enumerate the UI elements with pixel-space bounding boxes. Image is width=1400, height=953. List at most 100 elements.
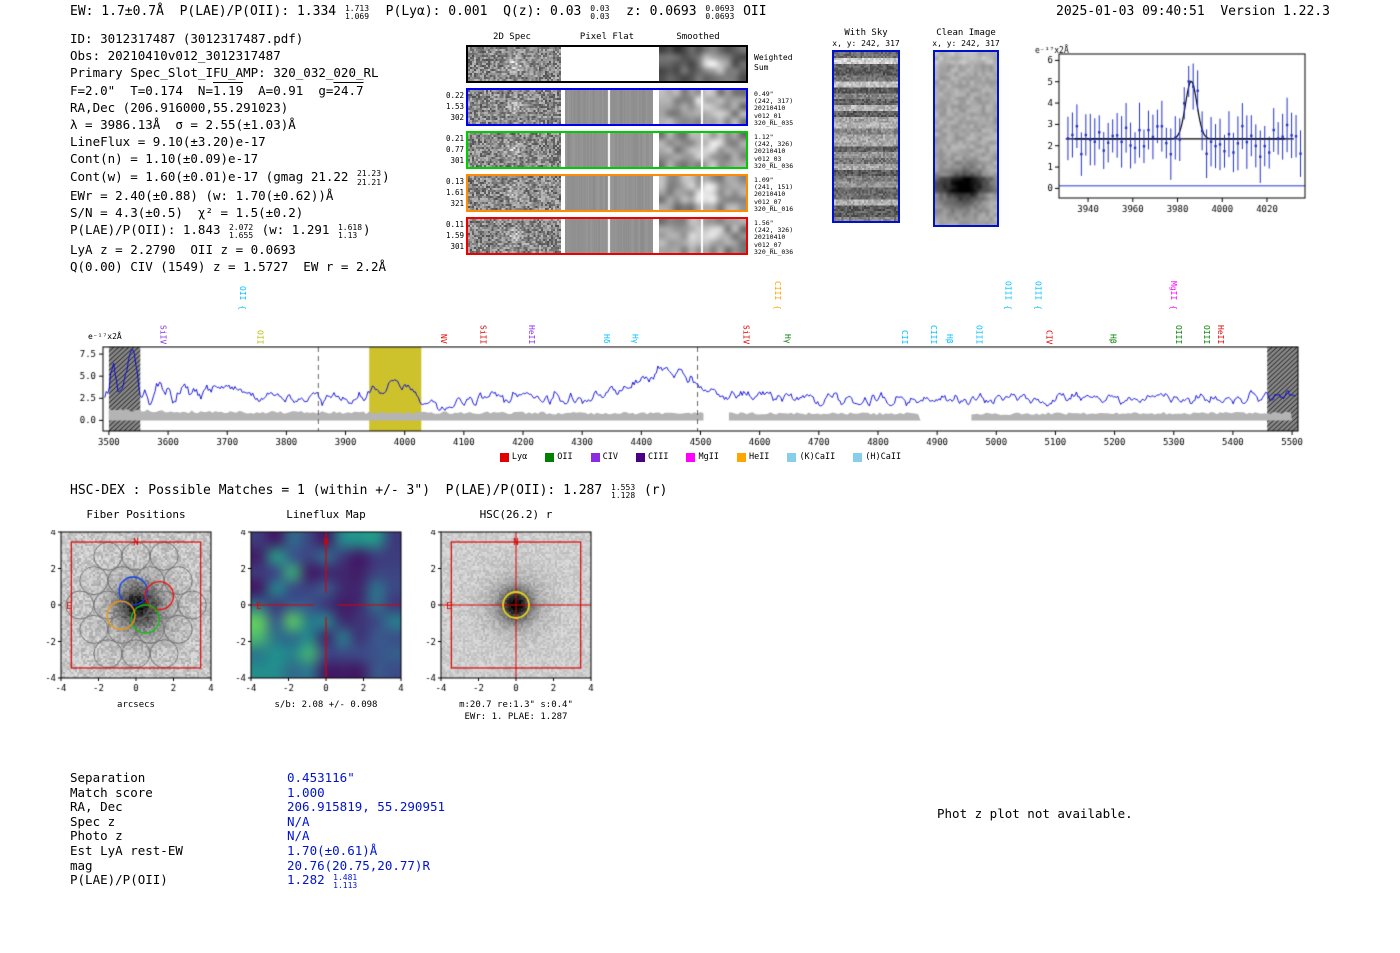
spec2d-2d-image — [468, 90, 561, 124]
match-table-label: RA, Dec — [70, 799, 123, 815]
stacked-uncertainty: 1.481 1.113 — [333, 872, 358, 891]
detection-info-block: ID: 3012317487 (3012317487.pdf) Obs: 2021… — [70, 30, 390, 275]
legend-label: CIII — [647, 452, 669, 462]
spec2d-col-header: 2D Spec — [493, 32, 531, 42]
emission-line-label: CIII — [929, 324, 939, 344]
spec2d-pixel-flat-image — [565, 176, 653, 210]
stacked-uncertainty: 0.03 0.03 — [590, 3, 610, 21]
stacked-uncertainty: 1.553 1.128 — [611, 482, 636, 500]
emission-line-label: SiII — [478, 324, 488, 344]
spec2d-smoothed-image — [659, 90, 746, 124]
emission-line-label: HeII — [526, 324, 536, 344]
hsc-cutout-image — [418, 530, 603, 698]
spec2d-pixel-flat-image — [565, 90, 653, 124]
stacked-uncertainty: 2.072 1.655 — [229, 223, 254, 241]
emission-line-label: HeII — [1216, 324, 1226, 344]
spec2d-2d-image — [468, 219, 561, 253]
spec2d-row-meta: 1.56" (242, 326) 20210410 v012_07 320_RL_036 — [754, 219, 794, 256]
elixer-detection-report: EW: 1.7±0.7Å P(LAE)/P(OII): 1.334 1.713 1… — [0, 0, 1400, 953]
legend-label: HeII — [748, 452, 770, 462]
emission-line-label: SiIV — [741, 324, 751, 344]
clean-image-title: Clean Image — [936, 28, 996, 38]
legend-swatch — [736, 452, 746, 462]
spec2d-smoothed-image — [659, 176, 746, 210]
spec2d-row: 0.11 1.59 301 1.56" (242, 326) 20210410 v012_0… — [446, 217, 793, 256]
legend-swatch — [590, 452, 600, 462]
fiber-xlabel: arcsecs — [117, 700, 155, 710]
info-line: Primary Spec_Slot_IFU_AMP: 320_032_020_R… — [70, 65, 379, 81]
photz-note: Phot z plot not available. — [937, 806, 1133, 821]
match-table-row: Match score 1.000 — [70, 785, 445, 800]
match-table-row: Spec z N/A — [70, 814, 445, 829]
legend-label: (H)CaII — [865, 452, 902, 462]
emission-line-label: OIII — [1174, 324, 1184, 344]
legend-label: (K)CaII — [799, 452, 836, 462]
emission-line-label: Hγ — [630, 334, 640, 344]
legend-item: CIII — [635, 452, 669, 462]
emission-line-label: Hδ — [602, 334, 612, 344]
spec2d-row: Weighted Sum — [466, 45, 793, 83]
spec2d-2d-image — [468, 176, 561, 210]
legend-label: CIV — [602, 452, 618, 462]
emission-line-label: OIII { — [1033, 281, 1043, 310]
hsc-cutout-title: HSC(26.2) r — [479, 508, 553, 521]
info-line: RA,Dec (206.916000,55.291023) — [70, 99, 289, 115]
spectrum-ylabel: e⁻¹⁷x2Å — [88, 332, 122, 341]
info-line: ID: 3012317487 (3012317487.pdf) — [70, 31, 304, 46]
info-line: Cont(n) = 1.10(±0.09)e-17 — [70, 151, 259, 167]
legend-item: HeII — [736, 452, 770, 462]
full-spectrum-section: SiIV OII {OII NV SiII HeII Hδ Hγ SiIV CIII {Hγ CI… — [60, 268, 1360, 480]
with-sky-image — [832, 50, 900, 223]
match-table-row: RA, Dec 206.915819, 55.290951 — [70, 799, 445, 814]
lineflux-map-panel: Lineflux Map s/b: 2.08 +/- 0.098 — [228, 508, 428, 730]
match-table-label: Match score — [70, 784, 153, 800]
spectrum-legend: Lyα OII CIV CIII MgII HeII (K)CaII (H)CaII — [103, 452, 1298, 462]
fiber-positions-title: Fiber Positions — [86, 508, 186, 521]
emission-line-label: CIII { — [772, 281, 782, 310]
match-table-value: 1.70(±0.61)Å — [287, 842, 378, 858]
spec2d-pixel-flat-image — [565, 47, 653, 81]
timestamp-version: 2025-01-03 09:40:51 Version 1.22.3 — [1056, 4, 1330, 19]
info-line: EWr = 2.40(±0.88) (w: 1.70(±0.62))Å — [70, 188, 334, 204]
legend-item: Lyα — [499, 452, 528, 462]
info-line: Cont(w) = 1.60(±0.01)e-17 (gmag 21.22 21… — [70, 168, 390, 187]
match-table-label: Separation — [70, 770, 146, 785]
match-table-row: Photo z N/A — [70, 828, 445, 843]
spec2d-row-stats: 0.11 1.59 301 — [445, 220, 464, 252]
spec2d-smoothed-image — [659, 47, 746, 81]
legend-item: (K)CaII — [787, 452, 835, 462]
spec2d-row-stats: 0.13 1.61 321 — [445, 177, 464, 209]
match-table-label: Photo z — [70, 828, 123, 844]
legend-item: CIV — [590, 452, 618, 462]
emission-line-label: CII — [900, 329, 910, 344]
match-table: Separation 0.453116" Match score 1.000 RA, D… — [70, 770, 445, 890]
spec2d-smoothed-image — [659, 219, 746, 253]
full-spectrum-plot — [60, 346, 1350, 454]
match-table-label: Est LyA rest-EW — [70, 842, 183, 858]
legend-label: Lyα — [511, 452, 528, 462]
summary-line: EW: 1.7±0.7Å P(LAE)/P(OII): 1.334 1.713 1… — [70, 3, 767, 21]
spec2d-col-header: Smoothed — [676, 32, 720, 42]
legend-item: OII — [545, 452, 573, 462]
with-sky-panel: With Sky x, y: 242, 317 — [826, 28, 906, 223]
info-line: S/N = 4.3(±0.5) χ² = 1.5(±0.2) — [70, 205, 304, 221]
lineflux-map-title: Lineflux Map — [286, 508, 366, 521]
spec2d-row-meta: 0.49" (242, 317) 20210410 v012_01 320_RL_035 — [754, 90, 794, 127]
stacked-uncertainty: 0.0693 0.0693 — [705, 3, 735, 21]
match-table-row: P(LAE)/P(OII) 1.282 1.481 1.113 — [70, 872, 445, 890]
match-table-value: 206.915819, 55.290951 — [287, 799, 446, 815]
emission-line-label: MgII { — [1168, 281, 1178, 310]
legend-swatch — [635, 452, 645, 462]
spec2d-panel: 2D Spec Pixel Flat Smoothed Weighted Sum 0.22… — [445, 30, 815, 265]
spec2d-2d-image — [468, 47, 561, 81]
info-line: LyA z = 2.2790 OII z = 0.0693 — [70, 241, 296, 257]
emission-line-label: OIII — [1201, 324, 1211, 344]
lineflux-xlabel: s/b: 2.08 +/- 0.098 — [274, 700, 378, 710]
emission-line-label: OIII { — [1003, 281, 1013, 310]
clean-image-panel: Clean Image x, y: 242, 317 — [928, 28, 1004, 227]
info-line: λ = 3986.13Å σ = 2.55(±1.03)Å — [70, 117, 296, 133]
stacked-uncertainty: 1.618 1.13 — [337, 223, 363, 241]
fiber-positions-panel: Fiber Positions arcsecs — [38, 508, 238, 730]
spec2d-row: 0.21 0.77 301 1.12" (242, 326) 20210410 v012_0… — [446, 131, 793, 170]
info-line: P(LAE)/P(OII): 1.843 2.072 1.655 (w: 1.29… — [70, 222, 371, 241]
